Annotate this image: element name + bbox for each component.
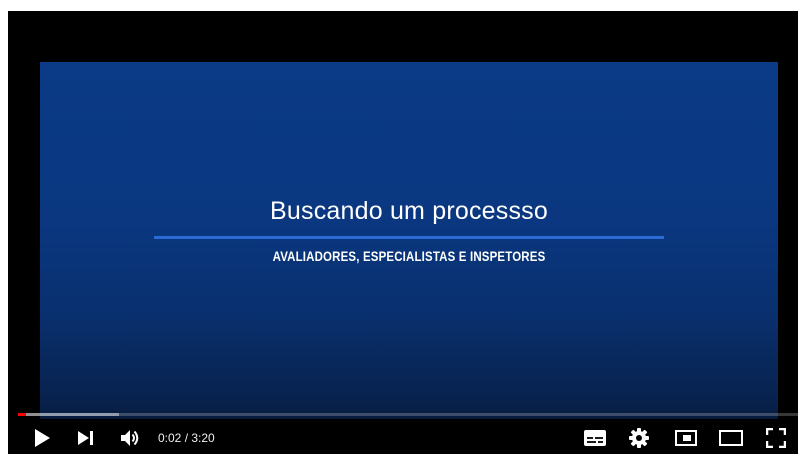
progress-loaded xyxy=(18,413,120,416)
miniplayer-button[interactable] xyxy=(672,421,700,454)
progress-bar[interactable] xyxy=(18,413,798,416)
theater-mode-icon xyxy=(719,429,743,446)
play-icon xyxy=(35,428,50,447)
miniplayer-icon xyxy=(675,429,697,446)
control-bar: 0:02 / 3:20 xyxy=(8,421,798,454)
subtitles-button[interactable] xyxy=(582,421,608,454)
time-display: 0:02 / 3:20 xyxy=(158,421,215,454)
volume-icon xyxy=(121,429,139,446)
time-separator: / xyxy=(181,430,192,445)
theater-mode-button[interactable] xyxy=(716,421,746,454)
settings-gear-icon xyxy=(629,427,649,448)
progress-played xyxy=(18,413,26,416)
fullscreen-icon xyxy=(766,427,786,448)
video-player[interactable]: Buscando um processso AVALIADORES, ESPEC… xyxy=(8,11,798,454)
next-icon xyxy=(78,430,93,445)
video-frame[interactable]: Buscando um processso AVALIADORES, ESPEC… xyxy=(8,11,798,454)
slide-divider xyxy=(154,236,664,239)
current-time: 0:02 xyxy=(158,430,182,445)
settings-button[interactable] xyxy=(626,421,652,454)
fullscreen-button[interactable] xyxy=(762,421,790,454)
mute-button[interactable] xyxy=(114,421,148,454)
slide-subtitle: AVALIADORES, ESPECIALISTAS E INSPETORES xyxy=(272,248,546,264)
subtitles-icon xyxy=(584,429,606,446)
next-button[interactable] xyxy=(68,421,104,454)
slide-title: Buscando um processso xyxy=(270,197,548,225)
play-button[interactable] xyxy=(22,421,62,454)
duration: 3:20 xyxy=(191,430,215,445)
video-slide: Buscando um processso AVALIADORES, ESPEC… xyxy=(40,62,778,419)
